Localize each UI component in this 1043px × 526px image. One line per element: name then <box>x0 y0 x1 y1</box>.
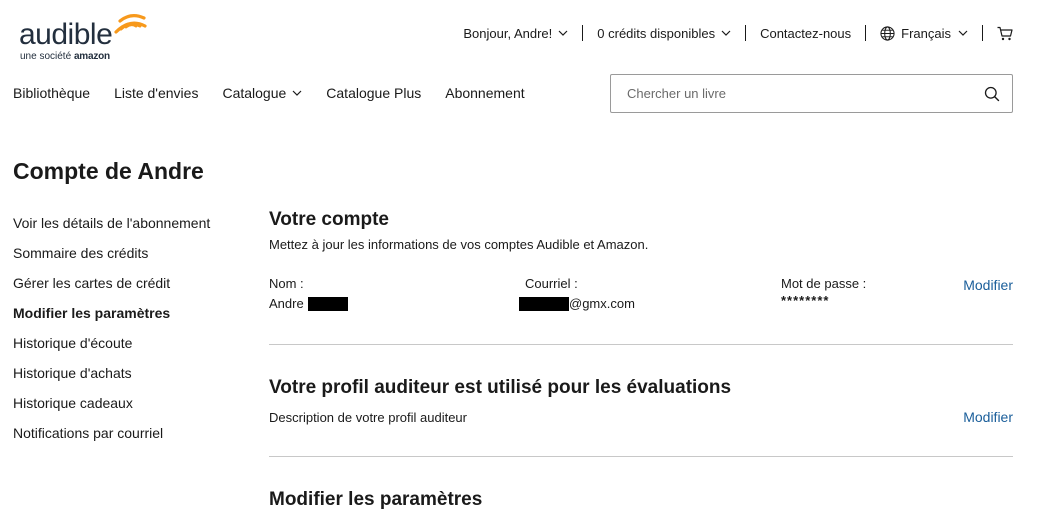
account-section-description: Mettez à jour les informations de vos co… <box>269 237 649 252</box>
sidenav-item-purchase-history[interactable]: Historique d'achats <box>13 364 243 394</box>
settings-section: Modifier les paramètres <box>269 488 1013 512</box>
sidenav-item-credit-cards[interactable]: Gérer les cartes de crédit <box>13 274 243 304</box>
chevron-down-icon <box>558 30 568 36</box>
name-value: Andre <box>269 296 304 311</box>
modify-account-link[interactable]: Modifier <box>963 276 1013 294</box>
nav-subscription[interactable]: Abonnement <box>445 84 524 102</box>
separator <box>745 25 747 41</box>
sidenav-item-gift-history[interactable]: Historique cadeaux <box>13 394 243 424</box>
sidenav-item-listening-history[interactable]: Historique d'écoute <box>13 334 243 364</box>
email-value-row: @gmx.com <box>519 296 635 312</box>
language-menu[interactable]: Français <box>880 26 968 41</box>
utility-bar: Bonjour, Andre! 0 crédits disponibles Co… <box>463 24 1013 42</box>
listener-profile-section: Votre profil auditeur est utilisé pour l… <box>269 376 1013 436</box>
search-input[interactable] <box>611 75 972 112</box>
cart-icon <box>997 26 1013 40</box>
listener-profile-title: Votre profil auditeur est utilisé pour l… <box>269 377 732 398</box>
redaction-bar <box>519 297 569 311</box>
logo-wordmark: audible <box>19 18 113 51</box>
nav-library[interactable]: Bibliothèque <box>13 84 90 102</box>
contact-label: Contactez-nous <box>760 25 852 41</box>
sidenav-item-credits-summary[interactable]: Sommaire des crédits <box>13 244 243 274</box>
search-button[interactable] <box>972 75 1012 112</box>
name-field: Nom : Andre <box>269 276 348 312</box>
password-field: Mot de passe : ******** <box>781 276 866 309</box>
listener-profile-description: Description de votre profil auditeur <box>269 410 467 425</box>
greeting-menu[interactable]: Bonjour, Andre! <box>463 26 568 41</box>
redaction-bar <box>307 297 348 311</box>
logo-tagline-brand: amazon <box>73 51 110 62</box>
email-value: @gmx.com <box>569 296 635 311</box>
name-value-row: Andre <box>269 296 348 312</box>
account-section-title: Votre compte <box>269 209 390 230</box>
password-value: ******** <box>781 293 830 308</box>
chevron-down-icon <box>721 30 731 36</box>
nav-catalogue-label: Catalogue <box>222 85 287 101</box>
nav-library-label: Bibliothèque <box>13 85 91 101</box>
name-label: Nom : <box>269 276 304 291</box>
account-section: Votre compte Mettez à jour les informati… <box>269 208 1013 345</box>
search-box <box>610 74 1013 113</box>
audible-logo[interactable]: audible une société amazon <box>18 10 153 62</box>
chevron-down-icon <box>292 90 302 96</box>
nav-catalogue-plus-label: Catalogue Plus <box>326 85 422 101</box>
separator <box>865 25 867 41</box>
nav-wishlist-label: Liste d'envies <box>114 85 199 101</box>
credits-menu[interactable]: 0 crédits disponibles <box>597 26 731 41</box>
contact-link[interactable]: Contactez-nous <box>760 26 851 41</box>
nav-catalogue[interactable]: Catalogue <box>222 84 302 102</box>
separator <box>982 25 983 41</box>
globe-icon <box>880 25 895 41</box>
divider <box>269 456 1013 457</box>
sidenav-item-email-notifications[interactable]: Notifications par courriel <box>13 424 243 454</box>
audible-logo-waves-icon <box>114 14 147 34</box>
cart-button[interactable] <box>997 26 1013 41</box>
main-navigation: Bibliothèque Liste d'envies Catalogue Ca… <box>13 84 549 102</box>
password-label: Mot de passe : <box>781 276 867 291</box>
logo-tagline: une société amazon <box>20 51 110 62</box>
sidenav-item-settings[interactable]: Modifier les paramètres <box>13 304 243 334</box>
greeting-label: Bonjour, Andre! <box>463 25 553 41</box>
nav-subscription-label: Abonnement <box>445 85 525 101</box>
nav-catalogue-plus[interactable]: Catalogue Plus <box>326 84 421 102</box>
nav-wishlist[interactable]: Liste d'envies <box>114 84 198 102</box>
email-field: Courriel : @gmx.com <box>519 276 635 312</box>
divider <box>269 344 1013 345</box>
account-sidenav: Voir les détails de l'abonnement Sommair… <box>13 214 243 454</box>
page-title: Compte de Andre <box>13 158 204 184</box>
search-icon <box>984 86 1000 101</box>
modify-profile-link[interactable]: Modifier <box>963 408 1013 426</box>
language-label: Français <box>901 25 951 41</box>
settings-section-title: Modifier les paramètres <box>269 489 483 510</box>
separator <box>582 25 584 41</box>
chevron-down-icon <box>958 30 968 36</box>
credits-label: 0 crédits disponibles <box>597 25 716 41</box>
email-label: Courriel : <box>525 276 578 291</box>
account-fields: Nom : Andre Courriel : @gmx.com Mot de p… <box>269 276 1013 316</box>
sidenav-item-subscription-details[interactable]: Voir les détails de l'abonnement <box>13 214 243 244</box>
logo-tagline-prefix: une société <box>20 51 72 62</box>
